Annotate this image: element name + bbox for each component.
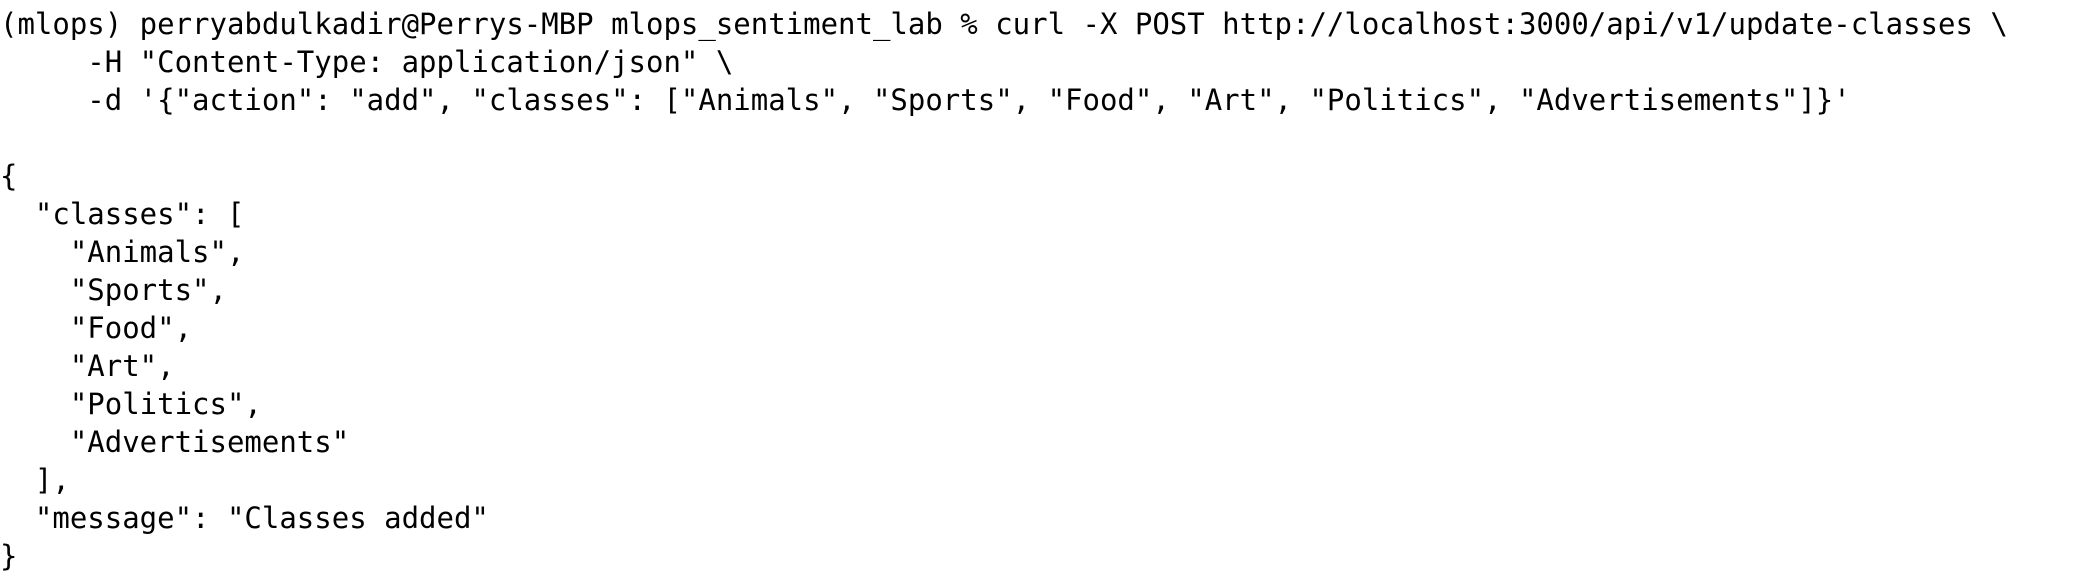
command-continuation-data: -d '{"action": "add", "classes": ["Anima… [0,83,1851,117]
output-line: "Art", [0,349,175,383]
output-line: "Food", [0,311,193,345]
output-line: "classes": [ [0,197,245,231]
output-line: { [0,159,18,193]
command-line: (mlops) perryabdulkadir@Perrys-MBP mlops… [0,7,2008,41]
terminal-window[interactable]: (mlops) perryabdulkadir@Perrys-MBP mlops… [0,0,2090,573]
output-line: } [0,539,18,573]
output-line: "Politics", [0,387,262,421]
output-line: "Animals", [0,235,245,269]
output-line: "Advertisements" [0,425,350,459]
output-line: ], [0,463,70,497]
output-line: "message": "Classes added" [0,501,489,535]
command-continuation-header: -H "Content-Type: application/json" \ [0,45,734,79]
output-line: "Sports", [0,273,227,307]
